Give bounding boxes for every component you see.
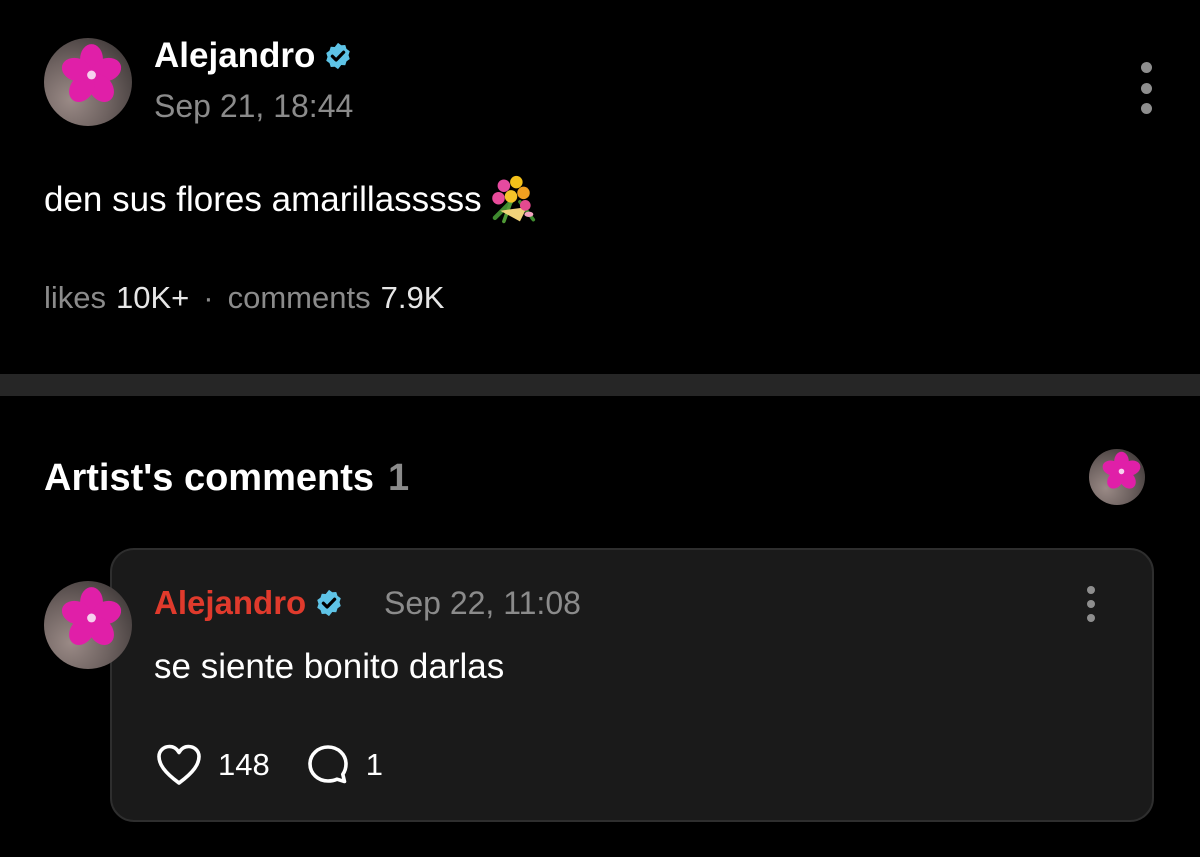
post-more-options-button[interactable]: [1134, 62, 1158, 114]
heart-icon: [157, 744, 201, 785]
comments-count[interactable]: 7.9K: [381, 279, 445, 317]
verified-badge-icon: [326, 42, 351, 70]
comment-timestamp: Sep 22, 11:08: [384, 585, 581, 621]
more-dot-icon: [1087, 614, 1095, 622]
more-dot-icon: [1140, 103, 1152, 114]
artist-comments-heading: Artist's comments 1: [44, 455, 409, 501]
comment-text: se siente bonito darlas: [154, 647, 505, 686]
artist-avatar[interactable]: [1089, 449, 1145, 505]
verified-badge-icon: [317, 589, 341, 617]
post-author[interactable]: Alejandro: [154, 36, 353, 76]
flower-avatar-image: [1102, 451, 1141, 489]
bouquet-icon: [491, 175, 535, 224]
like-button[interactable]: 148: [156, 740, 270, 790]
comments-label[interactable]: comments: [228, 279, 371, 317]
comment-author-avatar[interactable]: [44, 581, 132, 669]
more-dot-icon: [1087, 600, 1095, 608]
section-divider: [0, 374, 1200, 396]
comment-actions: 148 1: [156, 740, 383, 790]
more-dot-icon: [1087, 586, 1095, 594]
likes-count[interactable]: 10K+: [116, 279, 189, 317]
author-avatar[interactable]: [44, 38, 132, 126]
flower-avatar-image: [61, 44, 122, 103]
post-author-name[interactable]: Alejandro: [154, 36, 315, 76]
flower-avatar-image: [61, 587, 122, 646]
reply-count: 1: [365, 747, 383, 782]
artist-comments-title: Artist's comments: [44, 457, 375, 499]
post-body: den sus flores amarillasssss: [44, 175, 538, 225]
likes-label[interactable]: likes: [44, 279, 106, 317]
comment-bubble-icon: [307, 745, 348, 784]
comment-more-options-button[interactable]: [1082, 586, 1100, 622]
more-dot-icon: [1140, 82, 1152, 94]
more-dot-icon: [1140, 62, 1152, 73]
comment-author-name[interactable]: Alejandro: [154, 583, 306, 623]
artist-comments-count: 1: [388, 457, 410, 499]
stats-separator: ·: [203, 280, 214, 315]
post-stats: likes 10K+ · comments 7.9K: [44, 279, 444, 317]
comment-author[interactable]: Alejandro: [154, 583, 344, 623]
reply-button[interactable]: 1: [306, 740, 383, 790]
like-count: 148: [218, 747, 270, 782]
post-text: den sus flores amarillasssss: [44, 180, 482, 219]
post-timestamp: Sep 21, 18:44: [154, 88, 354, 124]
